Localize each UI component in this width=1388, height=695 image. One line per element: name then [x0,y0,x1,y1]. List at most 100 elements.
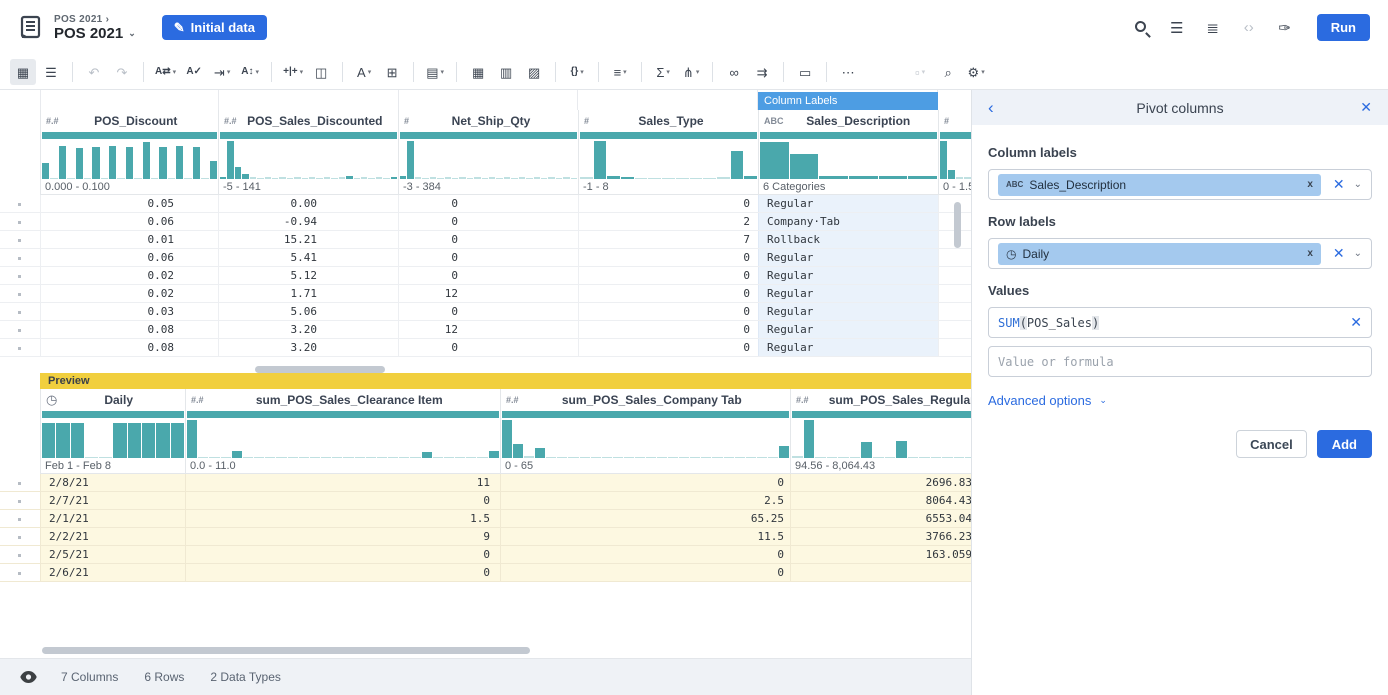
histogram-bar[interactable] [838,457,849,458]
chip-remove-icon[interactable]: x [1307,179,1313,190]
data-quality-bar[interactable] [580,132,757,139]
histogram-bar[interactable] [265,457,275,458]
histogram-bar[interactable] [624,457,634,458]
select-icon[interactable]: ▫▾ [907,59,933,85]
histogram-bar[interactable] [954,457,965,458]
table-row[interactable]: 2/6/2100 [0,564,971,582]
histogram-bar[interactable] [526,178,532,179]
histogram-bar[interactable] [232,451,242,458]
column-histogram[interactable] [41,418,185,458]
histogram-bar[interactable] [346,176,352,179]
horizontal-scrollbar[interactable] [255,366,385,373]
histogram-bar[interactable] [942,457,953,458]
column-histogram[interactable] [791,418,971,458]
histogram-bar[interactable] [931,457,942,458]
histogram-bar[interactable] [84,178,91,179]
cell[interactable]: 0.08 [40,321,218,338]
cell[interactable]: 6553.04 [790,510,971,527]
histogram-bar[interactable] [198,457,208,458]
histogram-bar[interactable] [757,457,767,458]
table-row[interactable]: 2/8/211102696.83 [0,474,971,492]
histogram-bar[interactable] [964,177,971,179]
data-quality-bar[interactable] [220,132,397,139]
cell[interactable] [938,249,971,266]
histogram-bar[interactable] [433,457,443,458]
clear-icon[interactable]: ✕ [1350,314,1362,331]
table-row[interactable]: 0.050.0000Regular [0,195,971,213]
histogram-bar[interactable] [159,147,166,179]
histogram-bar[interactable] [92,147,99,179]
cell[interactable]: 0 [185,492,500,509]
histogram-bar[interactable] [646,457,656,458]
histogram-bar[interactable] [299,457,309,458]
histogram-bar[interactable] [143,142,150,179]
column-header[interactable]: #.#POS_Sales_Discounted-5 - 141 [218,110,398,195]
histogram-bar[interactable] [242,174,248,179]
histogram-bar[interactable] [279,177,285,179]
cell[interactable]: 0 [398,267,578,284]
histogram-bar[interactable] [331,178,337,179]
chevron-down-icon[interactable]: ⌄ [1354,179,1362,190]
histogram-bar[interactable] [548,177,554,179]
histogram-bar[interactable] [316,178,322,179]
table-row[interactable]: 0.021.71120Regular [0,285,971,303]
cell[interactable]: 2/6/21 [40,564,185,581]
column-header[interactable]: #.#sum_POS_Sales_Regular94.56 - 8,064.43 [790,389,971,474]
eye-icon[interactable] [20,671,37,683]
histogram-bar[interactable] [355,457,365,458]
vertical-scrollbar[interactable] [954,202,961,248]
histogram-bar[interactable] [668,457,678,458]
histogram-bar[interactable] [534,177,540,179]
group-by-icon[interactable]: ▤▾ [422,59,448,85]
data-quality-bar[interactable] [760,132,937,139]
column-header[interactable]: #.#POS_Discount0.000 - 0.100 [40,110,218,195]
cell[interactable]: 9 [185,528,500,545]
histogram-bar[interactable] [254,457,264,458]
histogram-bar[interactable] [819,176,848,179]
table-row[interactable]: 0.035.0600Regular [0,303,971,321]
histogram-bar[interactable] [209,457,219,458]
add-button[interactable]: Add [1317,430,1372,458]
histogram-bar[interactable] [187,420,197,458]
table-row[interactable]: 0.06-0.9402Company·Tab [0,213,971,231]
histogram-bar[interactable] [731,151,744,179]
cell[interactable] [938,339,971,356]
union-icon[interactable]: ∞ [721,59,747,85]
histogram-bar[interactable] [679,457,689,458]
histogram-bar[interactable] [56,423,69,458]
histogram-bar[interactable] [302,178,308,179]
data-quality-bar[interactable] [792,411,971,418]
undo-icon[interactable]: ↶ [81,59,107,85]
close-icon[interactable]: ✕ [1352,99,1372,116]
cell[interactable]: Company·Tab [758,213,938,230]
cell[interactable]: 1.71 [218,285,398,302]
histogram-bar[interactable] [354,178,360,179]
histogram-bar[interactable] [556,178,562,179]
histogram-bar[interactable] [437,178,443,179]
histogram-bar[interactable] [151,178,158,179]
histogram-bar[interactable] [557,457,567,458]
cell[interactable] [790,564,971,581]
histogram-bar[interactable] [324,177,330,179]
cell[interactable]: 0.01 [40,231,218,248]
cell[interactable]: 2/7/21 [40,492,185,509]
cell[interactable]: 2/5/21 [40,546,185,563]
histogram-bar[interactable] [502,420,512,458]
histogram-bar[interactable] [445,177,451,179]
column-labels-input[interactable]: ABC Sales_Description x ✕ ⌄ [988,169,1372,200]
back-icon[interactable]: ‹ [988,98,1008,118]
histogram-bar[interactable] [790,154,819,179]
cell[interactable]: 0 [500,564,790,581]
histogram-bar[interactable] [422,452,432,458]
histogram-bar[interactable] [965,457,971,458]
column-header[interactable]: #.#sum_POS_Sales_Company Tab0 - 65 [500,389,790,474]
cell[interactable]: 3.20 [218,321,398,338]
histogram-bar[interactable] [168,178,175,179]
histogram-bar[interactable] [221,457,231,458]
column-histogram[interactable] [41,139,218,179]
histogram-bar[interactable] [422,178,428,179]
cell[interactable] [938,321,971,338]
histogram-bar[interactable] [735,457,745,458]
histogram-bar[interactable] [535,448,545,458]
histogram-bar[interactable] [580,457,590,458]
